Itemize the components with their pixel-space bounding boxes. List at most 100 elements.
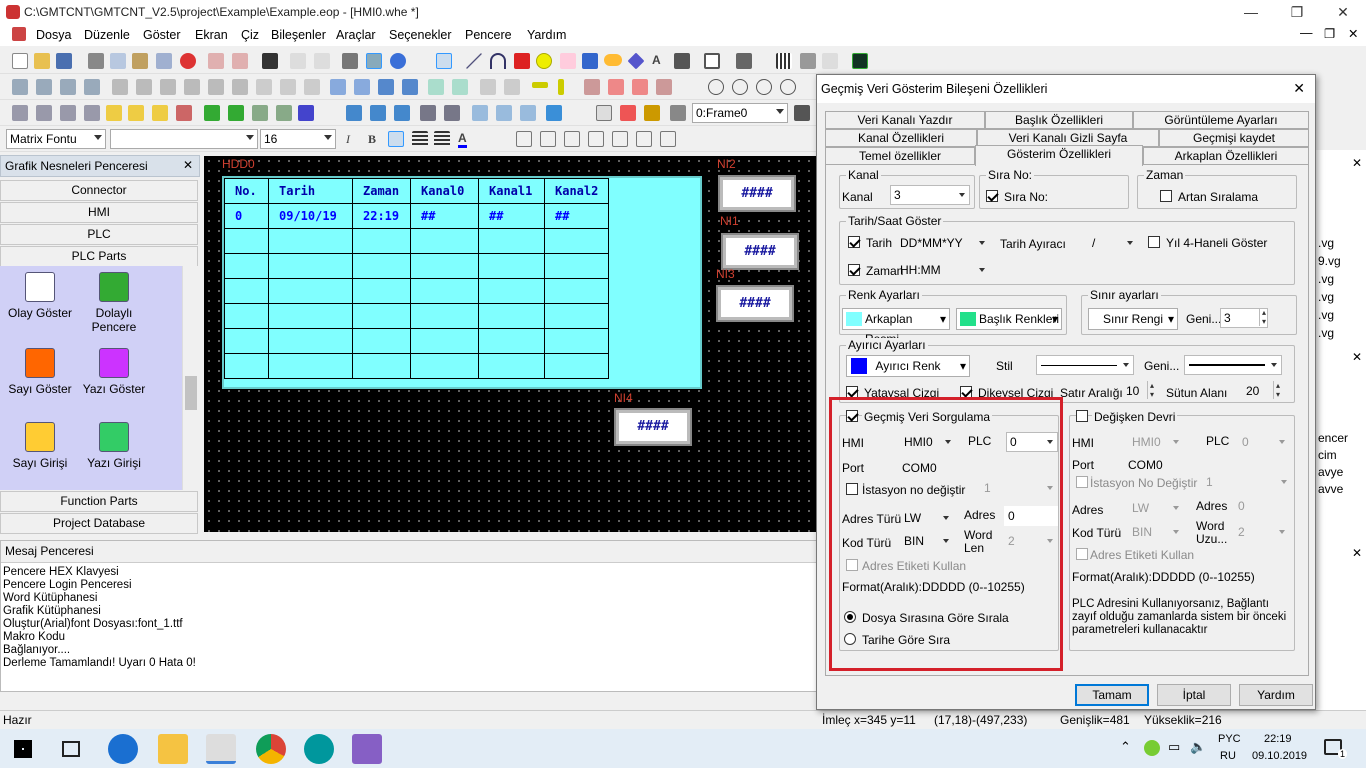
space-h-icon[interactable]: [256, 79, 272, 95]
same-size-icon[interactable]: [208, 79, 224, 95]
list-item[interactable]: .vg: [1318, 306, 1341, 324]
d-hmi-dropdown[interactable]: HMI0: [1128, 432, 1184, 452]
part-15-icon[interactable]: [496, 105, 512, 121]
duplicate-icon[interactable]: [156, 53, 172, 69]
menu-bilesenler[interactable]: Bileşenler: [271, 28, 326, 42]
artan-siralama-checkbox[interactable]: [1160, 190, 1172, 202]
pen-icon[interactable]: [674, 53, 690, 69]
chrome-icon[interactable]: [256, 734, 286, 764]
degisken-devri-checkbox[interactable]: [1076, 410, 1088, 422]
close-panel-icon[interactable]: ✕: [183, 158, 193, 172]
d-word-dropdown[interactable]: 2: [1234, 522, 1290, 542]
mdi-minimize-icon[interactable]: —: [1300, 26, 1313, 40]
same-height-icon[interactable]: [184, 79, 200, 95]
kanal-dropdown[interactable]: 3: [890, 185, 970, 205]
tab-gecmisi-kaydet[interactable]: Geçmişi kaydet: [1159, 129, 1309, 147]
text-tool-7-icon[interactable]: [660, 131, 676, 147]
mdi-restore-icon[interactable]: ❐: [1324, 26, 1335, 41]
task-view-icon[interactable]: [62, 741, 80, 757]
text-tool-5-icon[interactable]: [612, 131, 628, 147]
edge-icon[interactable]: [108, 734, 138, 764]
frame-props-icon[interactable]: [794, 105, 810, 121]
lib-yazi-goster[interactable]: Yazı Göster: [74, 348, 154, 396]
help-button[interactable]: Yardım: [1239, 684, 1313, 706]
unlock-pos-icon[interactable]: [452, 79, 468, 95]
nav-plc-parts[interactable]: PLC Parts: [0, 246, 198, 267]
sinir-rengi-button[interactable]: Sınır Rengi ▾: [1088, 308, 1178, 330]
window-1-icon[interactable]: [346, 105, 362, 121]
list-item[interactable]: cim: [1318, 447, 1348, 464]
d-adres-etiketi-checkbox[interactable]: [1076, 548, 1088, 560]
menu-secenekler[interactable]: Seçenekler: [389, 28, 452, 42]
simulate-icon[interactable]: [366, 53, 382, 69]
language-2[interactable]: RU: [1220, 750, 1236, 762]
lib-sayi-girisi[interactable]: Sayı Girişi: [0, 422, 80, 470]
font-style-combo[interactable]: [110, 129, 258, 149]
tab-kanal-ozellikleri[interactable]: Kanal Özellikleri: [825, 129, 977, 147]
ni3-number-input[interactable]: ####: [716, 285, 794, 322]
new-file-icon[interactable]: [12, 53, 28, 69]
diamond-icon[interactable]: [627, 52, 645, 70]
center-icon[interactable]: [232, 79, 248, 95]
d-kod-turu-dropdown[interactable]: BIN: [1128, 522, 1184, 542]
flip-v-icon[interactable]: [656, 79, 672, 95]
volume-icon[interactable]: 🔈: [1190, 739, 1206, 755]
ni2-number-input[interactable]: ####: [718, 175, 796, 212]
add-frame-icon[interactable]: [596, 105, 612, 121]
satir-araligi-spinner[interactable]: 10: [1122, 381, 1156, 401]
nav-plc[interactable]: PLC: [0, 224, 198, 245]
sutun-alani-spinner[interactable]: 20: [1242, 381, 1282, 401]
restore-icon[interactable]: ❐: [1274, 0, 1320, 24]
ayirici-renk-button[interactable]: Ayırıcı Renk ▾: [846, 355, 970, 377]
order-4-icon[interactable]: [780, 79, 796, 95]
same-width-icon[interactable]: [160, 79, 176, 95]
right-close-2-icon[interactable]: ✕: [1352, 350, 1362, 364]
bring-front-icon[interactable]: [330, 79, 346, 95]
fill-color-icon[interactable]: [736, 53, 752, 69]
polyline-icon[interactable]: [560, 53, 576, 69]
snap-icon[interactable]: [800, 53, 816, 69]
list-item[interactable]: avve: [1318, 481, 1348, 498]
frame-shape-icon[interactable]: [704, 53, 720, 69]
arc-icon[interactable]: [490, 53, 506, 69]
bold-icon[interactable]: B: [368, 132, 376, 147]
clock-date[interactable]: 09.10.2019: [1252, 750, 1307, 762]
part-12-icon[interactable]: [420, 105, 436, 121]
list-item[interactable]: .vg: [1318, 288, 1341, 306]
align-text-center-icon[interactable]: [412, 131, 428, 147]
nav-connector[interactable]: Connector: [0, 180, 198, 201]
list-item[interactable]: 9.vg: [1318, 252, 1341, 270]
rotate-left-icon[interactable]: [608, 79, 624, 95]
visual-studio-icon[interactable]: [352, 734, 382, 764]
language-1[interactable]: PYC: [1218, 733, 1241, 745]
scroll-thumb[interactable]: [185, 376, 197, 410]
menu-yardim[interactable]: Yardım: [527, 28, 566, 42]
group-icon[interactable]: [378, 79, 394, 95]
text-tool-4-icon[interactable]: [588, 131, 604, 147]
menu-ciz[interactable]: Çiz: [241, 28, 259, 42]
export-icon[interactable]: [822, 53, 838, 69]
flip-h-icon[interactable]: [584, 79, 600, 95]
lib-sayi-goster[interactable]: Sayı Göster: [0, 348, 80, 396]
d-adres-dropdown[interactable]: LW: [1128, 498, 1184, 518]
tab-goruntuleme-ayarlari[interactable]: Görüntüleme Ayarları: [1133, 111, 1309, 129]
mdi-close-icon[interactable]: ✕: [1348, 26, 1358, 41]
d-adres2-input[interactable]: 0: [1234, 496, 1290, 516]
nav-function-parts[interactable]: Function Parts: [0, 491, 198, 512]
stil-dropdown[interactable]: [1036, 355, 1134, 375]
paste-icon[interactable]: [132, 53, 148, 69]
part-5-icon[interactable]: [106, 105, 122, 121]
part-10-icon[interactable]: [276, 105, 292, 121]
list-item[interactable]: .vg: [1318, 234, 1341, 252]
close-icon[interactable]: ✕: [1320, 0, 1366, 24]
part-16-icon[interactable]: [520, 105, 536, 121]
align-text-left-icon[interactable]: [388, 131, 404, 147]
file-explorer-icon[interactable]: [158, 734, 188, 764]
sira-no-checkbox[interactable]: [986, 190, 998, 202]
lock-icon[interactable]: [644, 105, 660, 121]
ni1-number-input[interactable]: ####: [721, 233, 799, 270]
start-icon[interactable]: [14, 740, 32, 758]
align-hcenter-icon[interactable]: [112, 79, 128, 95]
ayirici-genislik-dropdown[interactable]: [1184, 355, 1282, 375]
lib-olay-goster[interactable]: Olay Göster: [0, 272, 80, 320]
